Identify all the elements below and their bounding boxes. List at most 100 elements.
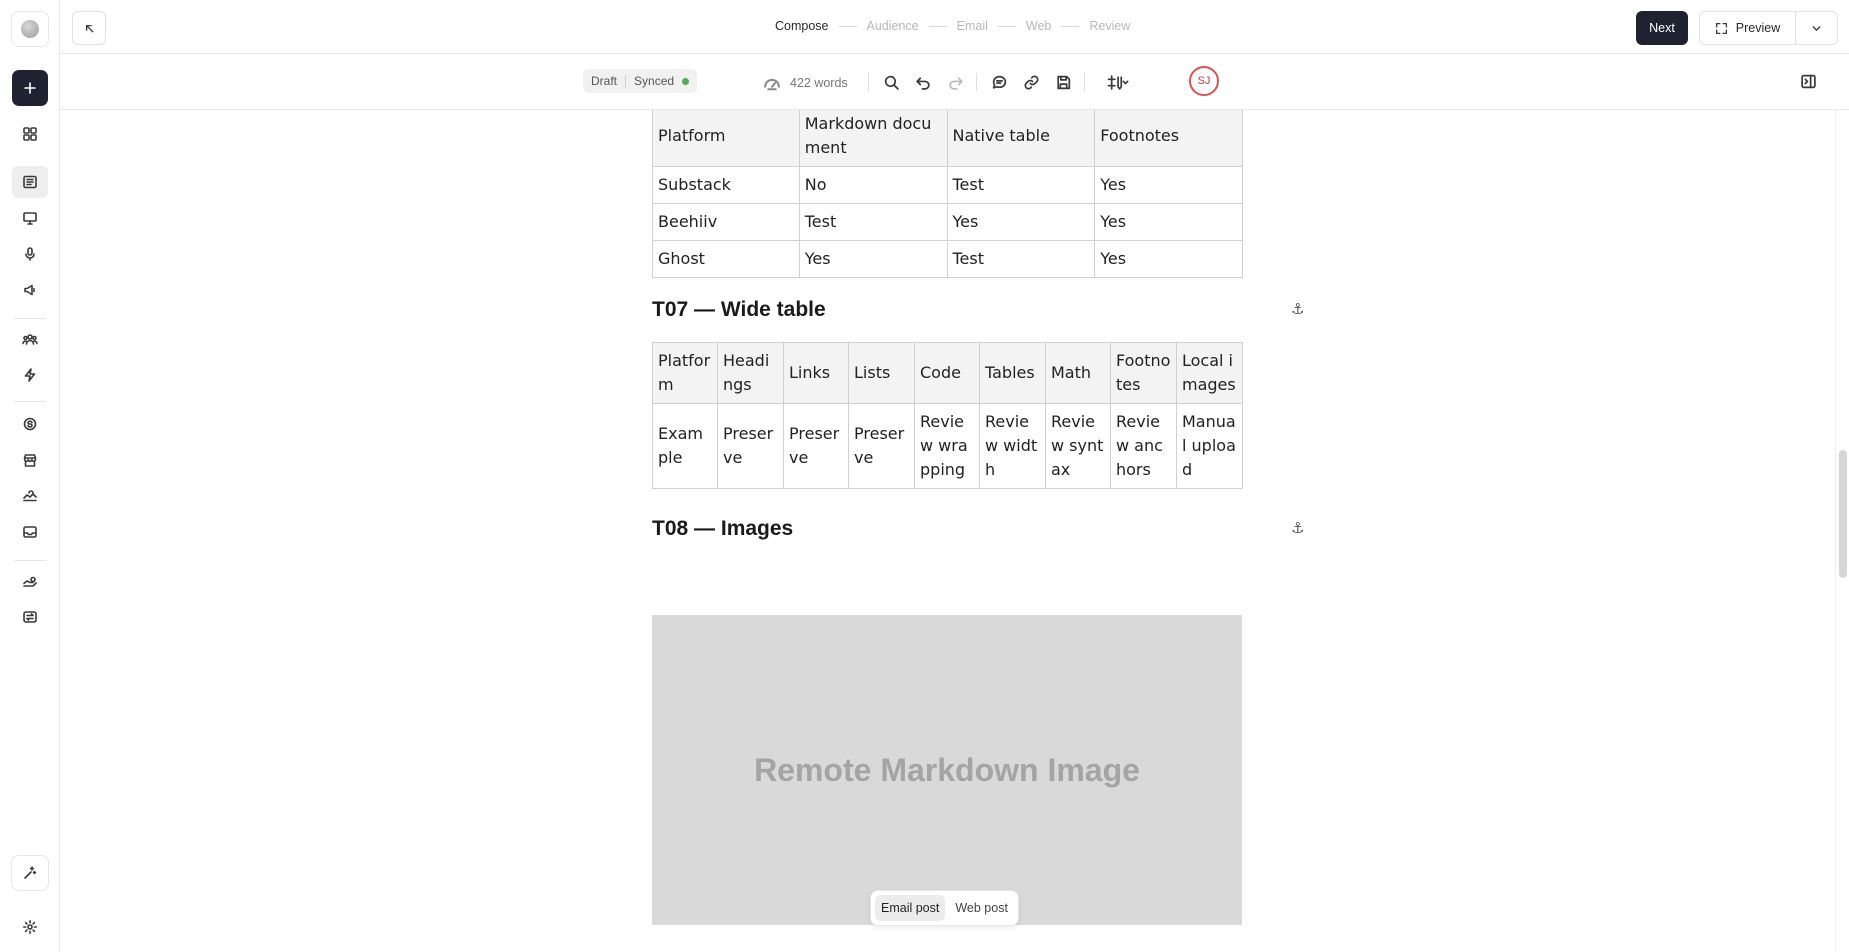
table-cell[interactable]: No [798, 166, 948, 204]
step-review[interactable]: Review [1089, 19, 1130, 33]
sidebar-item-podcast[interactable] [12, 238, 48, 270]
preview-options-button[interactable] [1796, 12, 1837, 44]
table-cell[interactable]: Beehiiv [652, 203, 800, 241]
sidebar-item-inbox[interactable] [12, 516, 48, 548]
table-cell[interactable]: Review wrapping [914, 403, 980, 489]
sidebar-item-dashboard[interactable] [12, 118, 48, 150]
next-button[interactable]: Next [1636, 11, 1688, 45]
table-cell[interactable]: Preserve [717, 403, 784, 489]
toolbar-divider [1084, 73, 1085, 91]
table-cell[interactable]: Review syntax [1045, 403, 1111, 489]
step-web[interactable]: Web [1026, 19, 1051, 33]
workspace-logo[interactable] [11, 11, 49, 47]
table-row: Example Preserve Preserve Preserve Revie… [652, 403, 1243, 489]
table-cell[interactable]: Test [946, 166, 1096, 204]
new-button[interactable] [12, 70, 48, 106]
step-audience[interactable]: Audience [867, 19, 919, 33]
table-cell[interactable]: Yes [946, 203, 1096, 241]
editor-canvas[interactable]: Platform Markdown document Native table … [60, 110, 1835, 952]
table-cell[interactable]: Example [652, 403, 718, 489]
table-cell[interactable]: Yes [1094, 240, 1243, 278]
redo-button[interactable] [943, 70, 967, 94]
exit-editor-button[interactable] [72, 11, 106, 45]
table-cell[interactable]: Ghost [652, 240, 800, 278]
comment-icon [992, 75, 1006, 89]
table-cell[interactable]: Yes [1094, 203, 1243, 241]
link-button[interactable] [1019, 70, 1043, 94]
comments-button[interactable] [987, 70, 1011, 94]
sidebar-item-audience[interactable] [12, 323, 48, 355]
anchor-icon[interactable]: ⚓ [1291, 300, 1304, 318]
synced-label: Synced [634, 74, 675, 88]
table-header-cell[interactable]: Math [1045, 342, 1111, 404]
undo-button[interactable] [911, 70, 935, 94]
step-connector [997, 25, 1016, 27]
save-button[interactable] [1051, 70, 1075, 94]
table-header-cell[interactable]: Platform [652, 342, 718, 404]
heading-t08[interactable]: T08 — Images [652, 517, 793, 541]
redo-icon [948, 76, 963, 90]
sidebar-item-web[interactable] [12, 202, 48, 234]
table-header-cell[interactable]: Code [914, 342, 980, 404]
chevron-down-icon [1812, 25, 1821, 31]
post-type-toggle: Email post Web post [870, 890, 1019, 926]
table-cell[interactable]: Review anchors [1110, 403, 1177, 489]
scrollbar-thumb[interactable] [1839, 450, 1847, 578]
expand-icon [1715, 22, 1727, 34]
newspaper-icon [23, 175, 37, 189]
draft-label: Draft [591, 74, 618, 88]
formatting-menu-button[interactable] [1100, 70, 1134, 94]
sidebar-item-sponsorships[interactable] [12, 480, 48, 512]
link-icon [1024, 75, 1038, 89]
image-placeholder[interactable]: Remote Markdown Image [652, 615, 1242, 925]
sidebar-item-boosts[interactable] [12, 274, 48, 306]
word-count[interactable]: 422 words [762, 73, 848, 93]
scrollbar[interactable] [1835, 110, 1849, 952]
sidebar-item-partners[interactable] [12, 565, 48, 597]
pen-tool-icon [1107, 74, 1129, 90]
step-compose[interactable]: Compose [775, 19, 829, 33]
table-cell[interactable]: Review width [979, 403, 1046, 489]
sidebar-item-integrations[interactable] [12, 601, 48, 633]
email-post-tab[interactable]: Email post [875, 895, 946, 921]
table-cell[interactable]: Substack [652, 166, 800, 204]
ai-assistant-button[interactable] [11, 855, 49, 891]
sidebar-item-settings[interactable] [12, 911, 48, 943]
sidebar-item-monetize[interactable] [12, 408, 48, 440]
table-header-cell[interactable]: Footnotes [1094, 110, 1243, 167]
table-header-cell[interactable]: Lists [848, 342, 915, 404]
find-button[interactable] [879, 70, 903, 94]
sidebar-item-automations[interactable] [12, 359, 48, 391]
table-cell[interactable]: Test [798, 203, 948, 241]
web-post-tab[interactable]: Web post [949, 895, 1014, 921]
table-header-cell[interactable]: Markdown document [798, 110, 948, 167]
table-header-cell[interactable]: Native table [946, 110, 1096, 167]
side-panel-toggle[interactable] [1796, 69, 1820, 93]
sidebar-item-shop[interactable] [12, 444, 48, 476]
anchor-icon[interactable]: ⚓ [1291, 519, 1304, 537]
table-header-cell[interactable]: Links [783, 342, 849, 404]
wide-table[interactable]: Platform Headings Links Lists Code Table… [652, 342, 1243, 489]
table-row: Substack No Test Yes [652, 166, 1243, 204]
table-header-cell[interactable]: Footnotes [1110, 342, 1177, 404]
preview-button[interactable]: Preview [1700, 12, 1796, 44]
table-header-cell[interactable]: Platform [652, 110, 800, 167]
table-cell[interactable]: Test [946, 240, 1096, 278]
table-cell[interactable]: Preserve [848, 403, 915, 489]
status-badge: Draft Synced [583, 69, 698, 93]
avatar[interactable]: SJ [1189, 66, 1219, 96]
comparison-table[interactable]: Platform Markdown document Native table … [652, 110, 1243, 278]
table-header-cell[interactable]: Local images [1176, 342, 1243, 404]
table-cell[interactable]: Yes [1094, 166, 1243, 204]
table-cell[interactable]: Yes [798, 240, 948, 278]
sidebar-item-posts[interactable] [12, 166, 48, 198]
handshake-icon [23, 490, 37, 502]
table-header-cell[interactable]: Headings [717, 342, 784, 404]
table-cell[interactable]: Preserve [783, 403, 849, 489]
heading-t07[interactable]: T07 — Wide table [652, 298, 826, 322]
app: Compose Audience Email Web Review Next P… [0, 0, 1849, 952]
table-cell[interactable]: Manual upload [1176, 403, 1243, 489]
step-email[interactable]: Email [957, 19, 988, 33]
editor-toolbar: Draft Synced 422 words SJ [60, 55, 1849, 110]
table-header-cell[interactable]: Tables [979, 342, 1046, 404]
